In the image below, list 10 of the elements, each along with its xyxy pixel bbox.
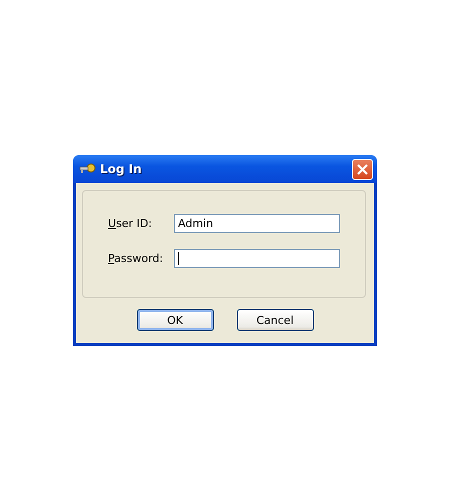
close-icon <box>357 164 368 174</box>
input-field[interactable] <box>174 249 340 268</box>
input-field[interactable]: Admin <box>174 214 340 233</box>
field-label: Password: <box>108 252 164 265</box>
close-button[interactable] <box>352 158 373 180</box>
keys-icon <box>79 163 96 175</box>
window-title: Log In <box>100 162 143 176</box>
dialog-button[interactable]: Cancel <box>236 309 314 331</box>
dialog-button[interactable]: OK <box>136 309 214 331</box>
field-label: User ID: <box>108 217 154 230</box>
